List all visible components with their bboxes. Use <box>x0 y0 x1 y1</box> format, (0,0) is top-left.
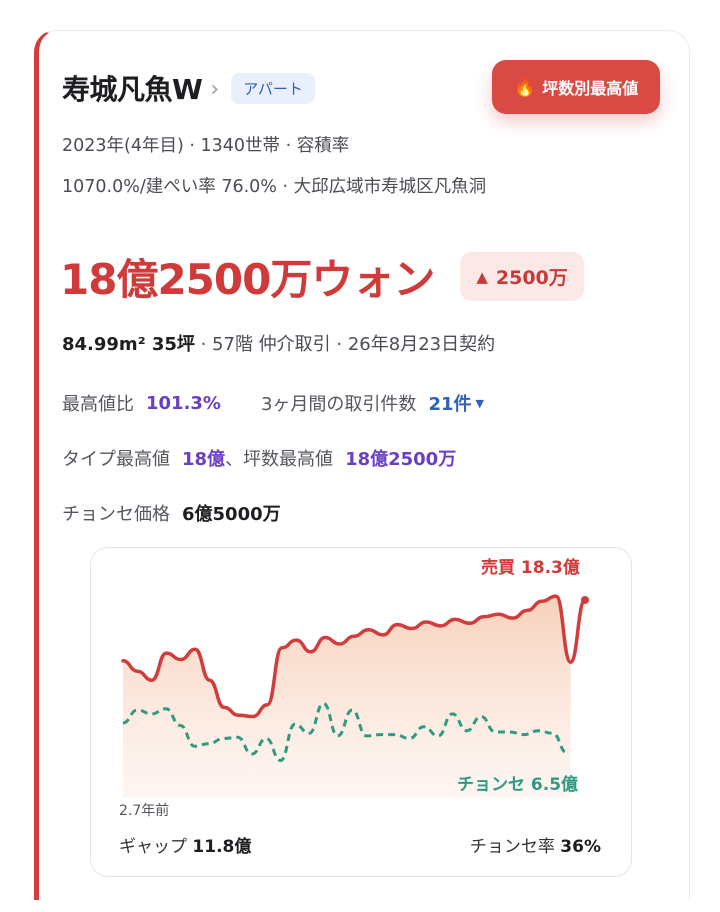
price-row: 18億2500万ウォン ▲ 2500万 <box>60 246 584 307</box>
meta-line-2: 1070.0%/建ぺい率 76.0% · 大邱広域市寿城区凡魚洞 <box>62 177 487 197</box>
peak-ratio-label: 最高値比 <box>62 394 134 415</box>
jeonse-series-label: チョンセ 6.5億 <box>457 775 579 795</box>
fire-icon: 🔥 <box>513 76 537 98</box>
type-high-value: 18億 <box>182 449 226 470</box>
sale-end-dot <box>581 596 589 604</box>
best-by-size-button[interactable]: 🔥 坪数別最高値 <box>492 60 660 114</box>
pyeong-high-label: 坪数最高値 <box>243 449 334 470</box>
gap-stat: ギャップ 11.8億 <box>119 832 251 857</box>
listing-header[interactable]: 寿城凡魚W › アパート <box>62 68 315 108</box>
pyeong-high-value: 18億2500万 <box>345 449 457 470</box>
chevron-right-icon[interactable]: › <box>210 77 219 102</box>
sale-series-label: 売買 18.3億 <box>481 558 580 578</box>
gap-value: 11.8億 <box>192 837 252 857</box>
area-text: 84.99m² 35坪 <box>62 334 195 355</box>
meta-line-1: 2023年(4年目) · 1340世帯 · 容積率 <box>62 136 350 156</box>
trade-price: 18億2500万ウォン <box>60 255 435 304</box>
period-label: 2.7年前 <box>119 803 170 819</box>
peak-ratio-value: 101.3% <box>146 392 221 414</box>
stats-row-2: タイプ最高値 18億 、 坪数最高値 18億2500万 <box>62 445 456 471</box>
caret-down-icon[interactable]: ▼ <box>476 397 484 410</box>
price-trend-chart[interactable]: 売買 18.3億 チョンセ 6.5億 2.7年前 ギャップ 11.8億 チョンセ… <box>90 547 632 877</box>
jeonse-rate-value: 36% <box>560 837 601 857</box>
trade-detail: 84.99m² 35坪 · 57階 仲介取引 · 26年8月23日契約 <box>62 330 495 356</box>
stats-row-3: チョンセ価格 6億5000万 <box>62 500 281 526</box>
price-change-value: 2500万 <box>495 267 568 289</box>
jeonse-price-label: チョンセ価格 <box>62 504 170 525</box>
jeonse-price-value: 6億5000万 <box>182 504 281 525</box>
trades-label: 3ヶ月間の取引件数 <box>260 394 417 415</box>
apartment-name[interactable]: 寿城凡魚W <box>62 68 203 108</box>
type-high-label: タイプ最高値 <box>62 449 170 470</box>
type-badge: アパート <box>231 72 315 104</box>
trade-detail-rest: · 57階 仲介取引 · 26年8月23日契約 <box>194 334 496 355</box>
jeonse-rate-label: チョンセ率 <box>469 837 555 857</box>
stats-row-1: 最高値比 101.3% 3ヶ月間の取引件数 21件 ▼ <box>62 390 484 416</box>
jeonse-rate-stat: チョンセ率 36% <box>470 832 601 857</box>
trades-count-dropdown[interactable]: 21件 <box>428 390 471 416</box>
gap-label: ギャップ <box>119 837 187 857</box>
separator: 、 <box>225 449 244 470</box>
triangle-up-icon: ▲ <box>476 267 488 286</box>
sale-area-fill <box>123 596 571 798</box>
best-by-size-label: 坪数別最高値 <box>542 79 639 98</box>
price-change-badge: ▲ 2500万 <box>460 252 584 301</box>
chart-svg <box>121 594 589 798</box>
